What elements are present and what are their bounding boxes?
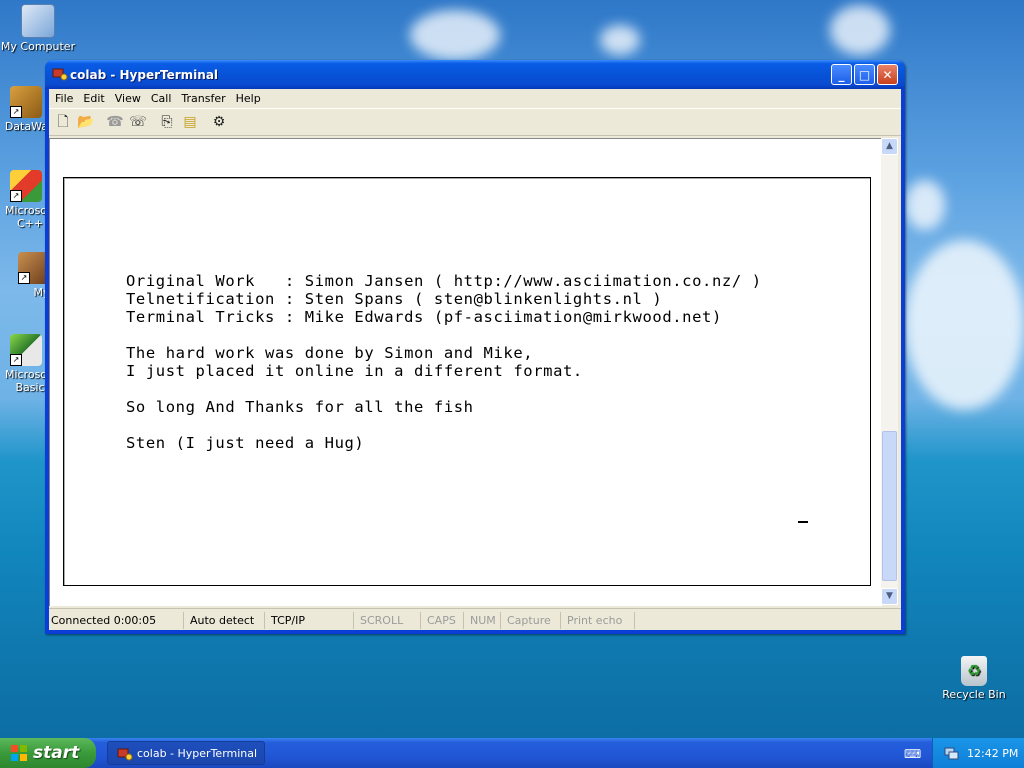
menu-view[interactable]: View	[111, 89, 147, 108]
close-button[interactable]: ✕	[877, 64, 898, 85]
keyboard-icon[interactable]: ⌨	[904, 747, 921, 761]
visual-basic-icon: ↗	[10, 334, 42, 366]
desktop-cloud	[905, 180, 945, 230]
vertical-scrollbar[interactable]: ▲ ▼	[881, 138, 898, 605]
my-computer-icon	[21, 4, 55, 38]
terminal-line: I just placed it online in a different f…	[126, 362, 583, 380]
taskbar-button-hyperterminal[interactable]: colab - HyperTerminal	[107, 741, 265, 765]
dial-icon[interactable]: ☎	[105, 112, 125, 132]
status-caps: CAPS	[421, 611, 464, 629]
status-connection: Connected 0:00:05	[49, 611, 184, 629]
menu-bar: File Edit View Call Transfer Help	[49, 89, 901, 109]
window-title: colab - HyperTerminal	[70, 68, 219, 82]
network-icon[interactable]	[943, 745, 959, 761]
windows-flag-icon	[11, 745, 27, 761]
shortcut-arrow-icon: ↗	[18, 272, 30, 284]
shortcut-arrow-icon: ↗	[10, 354, 22, 366]
visual-cpp-icon: ↗	[10, 170, 42, 202]
status-emulation: Auto detect	[184, 611, 265, 629]
terminal-pane[interactable]: Original Work : Simon Jansen ( http://ww…	[49, 138, 882, 606]
desktop-cloud	[600, 25, 640, 55]
desktop-icon-my-computer[interactable]: My Computer	[0, 4, 76, 53]
send-icon[interactable]: ⎘	[157, 112, 177, 132]
shortcut-icon: ↗	[10, 86, 42, 118]
menu-file[interactable]: File	[51, 89, 79, 108]
desktop-cloud	[830, 5, 890, 55]
menu-help[interactable]: Help	[232, 89, 267, 108]
desktop-cloud	[905, 240, 1024, 410]
toolbar: 🗋 📂 ☎ ☏ ⎘ ▤ ⚙	[49, 109, 901, 136]
window-client-area: File Edit View Call Transfer Help 🗋 📂 ☎ …	[49, 89, 901, 630]
system-tray: 12:42 PM	[932, 738, 1024, 768]
menu-transfer[interactable]: Transfer	[177, 89, 231, 108]
status-num: NUM	[464, 611, 501, 629]
recycle-bin-icon: ♻	[961, 656, 987, 686]
terminal-line: The hard work was done by Simon and Mike…	[126, 344, 534, 362]
taskbar-button-label: colab - HyperTerminal	[137, 747, 258, 760]
terminal-screen[interactable]: Original Work : Simon Jansen ( http://ww…	[63, 177, 871, 586]
disconnect-icon[interactable]: ☏	[128, 112, 148, 132]
desktop-icon-label: Recycle Bin	[942, 688, 1006, 701]
scroll-thumb[interactable]	[882, 431, 897, 581]
properties-icon[interactable]: ⚙	[209, 112, 229, 132]
receive-icon[interactable]: ▤	[180, 112, 200, 132]
status-print-echo: Print echo	[561, 611, 635, 629]
start-button[interactable]: start	[0, 738, 96, 768]
open-icon[interactable]: 📂	[76, 112, 96, 132]
status-bar: Connected 0:00:05 Auto detect TCP/IP SCR…	[49, 608, 901, 631]
new-icon[interactable]: 🗋	[53, 112, 73, 132]
status-capture: Capture	[501, 611, 561, 629]
terminal-line: Telnetification : Sten Spans ( sten@blin…	[126, 290, 663, 308]
menu-call[interactable]: Call	[147, 89, 178, 108]
menu-edit[interactable]: Edit	[79, 89, 110, 108]
desktop-cloud	[410, 10, 500, 60]
terminal-line: Sten (I just need a Hug)	[126, 434, 365, 452]
terminal-cursor	[798, 521, 808, 523]
minimize-button[interactable]: _	[831, 64, 852, 85]
terminal-line: Original Work : Simon Jansen ( http://ww…	[126, 272, 762, 290]
terminal-line: So long And Thanks for all the fish	[126, 398, 474, 416]
desktop-icon-recycle-bin[interactable]: ♻ Recycle Bin	[936, 656, 1012, 701]
shortcut-arrow-icon: ↗	[10, 106, 22, 118]
status-protocol: TCP/IP	[265, 611, 354, 629]
scroll-up-icon[interactable]: ▲	[881, 138, 898, 155]
shortcut-arrow-icon: ↗	[10, 190, 22, 202]
hyperterminal-app-icon	[117, 748, 133, 761]
window-titlebar[interactable]: colab - HyperTerminal _ □ ✕	[45, 60, 905, 89]
terminal-line: Terminal Tricks : Mike Edwards (pf-ascii…	[126, 308, 722, 326]
status-scroll: SCROLL	[354, 611, 421, 629]
maximize-button[interactable]: □	[854, 64, 875, 85]
start-label: start	[33, 743, 80, 763]
taskbar: start colab - HyperTerminal ⌨ 12:42 PM	[0, 738, 1024, 768]
hyperterminal-window: colab - HyperTerminal _ □ ✕ File Edit Vi…	[45, 60, 905, 634]
hyperterminal-app-icon	[52, 68, 68, 81]
clock[interactable]: 12:42 PM	[967, 747, 1018, 760]
desktop-icon-label: My Computer	[0, 40, 76, 53]
scroll-down-icon[interactable]: ▼	[881, 588, 898, 605]
